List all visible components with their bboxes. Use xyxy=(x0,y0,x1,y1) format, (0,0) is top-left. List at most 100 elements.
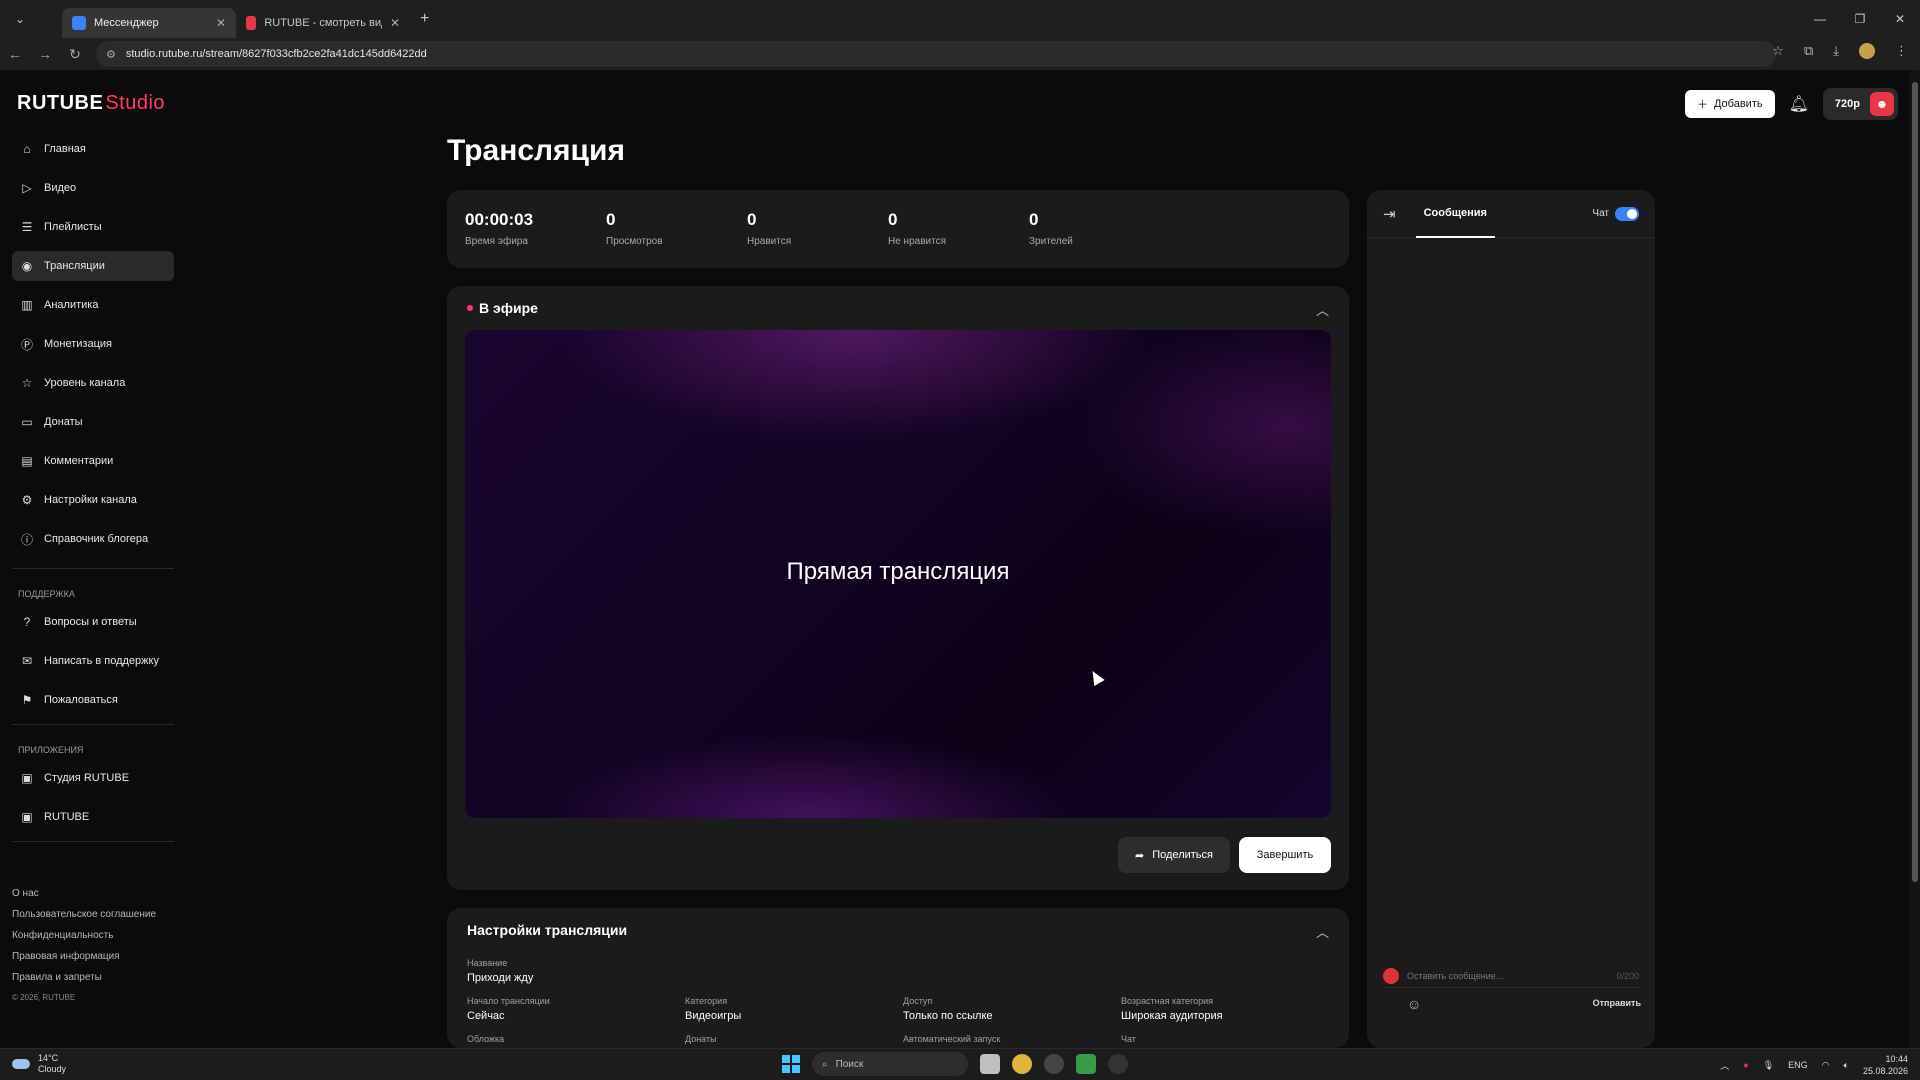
sidebar-item-contact-support[interactable]: ✉ Написать в поддержку xyxy=(12,646,174,676)
window-controls: — ❐ ✕ xyxy=(1800,0,1920,38)
page-scrollbar[interactable] xyxy=(1910,70,1920,1048)
sidebar-item-faq[interactable]: ? Вопросы и ответы xyxy=(12,607,174,637)
reload-icon[interactable]: ↻ xyxy=(60,46,90,63)
sidebar-item-blogger-guide[interactable]: ⓘ Справочник блогера xyxy=(12,524,174,554)
header-actions: ＋ Добавить 🔔︎ 720p ☻ xyxy=(1684,88,1898,120)
minimize-icon[interactable]: — xyxy=(1800,0,1840,38)
volume-icon[interactable]: 🔈︎ xyxy=(1844,1060,1849,1071)
url-field[interactable]: ⚙ studio.rutube.ru/stream/8627f033cfb2ce… xyxy=(96,41,1776,67)
sidebar-item-video[interactable]: ▷ Видео xyxy=(12,173,174,203)
sidebar-item-label: Видео xyxy=(44,182,77,194)
sidebar-item-label: Аналитика xyxy=(44,299,99,311)
stat-airtime: 00:00:03 Время эфира xyxy=(465,210,606,248)
language-indicator[interactable]: ENG xyxy=(1788,1060,1808,1070)
scrollbar-thumb[interactable] xyxy=(1912,82,1918,882)
add-button[interactable]: ＋ Добавить xyxy=(1684,90,1775,118)
profile-avatar[interactable] xyxy=(1859,43,1875,59)
apps-section-title: ПРИЛОЖЕНИЯ xyxy=(18,745,84,755)
send-button[interactable]: Отправить xyxy=(1593,998,1641,1008)
app-icon[interactable] xyxy=(1108,1054,1128,1074)
sidebar-item-home[interactable]: ⌂ Главная xyxy=(12,134,174,164)
field-key: Возрастная категория xyxy=(1121,996,1213,1006)
footer-link-about[interactable]: О нас xyxy=(12,888,156,899)
app-icon[interactable] xyxy=(1076,1054,1096,1074)
end-stream-button[interactable]: Завершить xyxy=(1239,837,1331,873)
sidebar-item-comments[interactable]: ▤ Комментарии xyxy=(12,446,174,476)
stat-likes: 0 Нравится xyxy=(747,210,888,248)
wifi-icon[interactable]: ◠ xyxy=(1822,1060,1830,1071)
tab-search-icon[interactable]: ⌄ xyxy=(6,5,34,33)
collapse-panel-icon[interactable]: ⇥ xyxy=(1383,205,1396,223)
chat-toggle[interactable] xyxy=(1615,206,1639,221)
chevron-up-icon[interactable]: ︿ xyxy=(1316,922,1329,941)
field-key: Доступ xyxy=(903,996,933,1006)
clock[interactable]: 10:44 25.08.2026 xyxy=(1863,1053,1908,1077)
chrome-icon[interactable] xyxy=(1012,1054,1032,1074)
live-card: В эфире ︿ Прямая трансляция ➦ Поделиться… xyxy=(447,286,1349,890)
browser-tab-rutube[interactable]: RUTUBE - смотреть видео он... ✕ xyxy=(236,8,410,38)
windows-start-icon[interactable] xyxy=(782,1055,800,1073)
sidebar-item-label: RUTUBE xyxy=(44,811,90,823)
live-dot-icon xyxy=(467,305,473,311)
tab-messages[interactable]: Сообщения xyxy=(1415,190,1495,238)
close-tab-icon[interactable]: ✕ xyxy=(216,16,226,30)
field-access: Доступ Только по ссылке xyxy=(903,996,993,1022)
chat-toggle-label: Чат xyxy=(1592,208,1609,219)
tray-overflow-icon[interactable]: ︿ xyxy=(1720,1059,1729,1072)
file-explorer-icon[interactable] xyxy=(980,1054,1000,1074)
extensions-icon[interactable]: ⧉ xyxy=(1804,43,1813,59)
back-icon[interactable]: ← xyxy=(0,46,30,62)
chevron-up-icon[interactable]: ︿ xyxy=(1316,300,1329,319)
restore-icon[interactable]: ❐ xyxy=(1840,0,1880,38)
site-info-icon[interactable]: ⚙ xyxy=(106,48,116,61)
user-menu[interactable]: 720p ☻ xyxy=(1822,88,1898,120)
sidebar-item-label: Плейлисты xyxy=(44,221,102,233)
share-button[interactable]: ➦ Поделиться xyxy=(1118,837,1230,873)
notifications-bell-icon[interactable]: 🔔︎ xyxy=(1789,94,1809,114)
toolbar-icons: ☆ ⧉ ⤓ ⋮ xyxy=(1772,43,1908,59)
stat-value: 0 xyxy=(747,210,757,229)
rutube-studio-logo[interactable]: RUTUBE Studio xyxy=(17,92,165,115)
footer-link-privacy[interactable]: Конфиденциальность xyxy=(12,930,156,941)
sidebar-item-channel-settings[interactable]: ⚙ Настройки канала xyxy=(12,485,174,515)
browser-tab-messenger[interactable]: Мессенджер ✕ xyxy=(62,8,236,38)
menu-icon[interactable]: ⋮ xyxy=(1895,43,1908,59)
sidebar-item-studio-app[interactable]: ▣ Студия RUTUBE xyxy=(12,763,174,793)
footer-link-legal[interactable]: Правовая информация xyxy=(12,951,156,962)
sidebar-item-report[interactable]: ⚑ Пожаловаться xyxy=(12,685,174,715)
field-chat: Чат xyxy=(1121,1034,1136,1044)
playlist-icon: ☰ xyxy=(21,220,33,234)
stat-label: Просмотров xyxy=(606,236,663,247)
stat-label: Зрителей xyxy=(1029,236,1073,247)
sidebar-item-donations[interactable]: ▭ Донаты xyxy=(12,407,174,437)
new-tab-icon[interactable]: + xyxy=(420,10,429,28)
sidebar-item-playlists[interactable]: ☰ Плейлисты xyxy=(12,212,174,242)
app-icon[interactable] xyxy=(1044,1054,1064,1074)
close-tab-icon[interactable]: ✕ xyxy=(390,16,400,30)
share-icon: ➦ xyxy=(1135,849,1145,862)
tray-app-icon[interactable]: ● xyxy=(1743,1060,1748,1070)
field-key: Донаты xyxy=(685,1034,717,1044)
message-input-row: Оставить сообщение... 0/200 xyxy=(1383,964,1639,988)
microphone-icon[interactable]: 🎙︎ xyxy=(1763,1060,1774,1071)
download-icon[interactable]: ⤓ xyxy=(1833,43,1839,59)
message-input[interactable]: Оставить сообщение... xyxy=(1407,971,1503,981)
weather-widget[interactable]: 14°C Cloudy xyxy=(12,1053,66,1075)
sidebar-item-broadcasts[interactable]: ◉ Трансляции xyxy=(12,251,174,281)
sidebar-item-label: Монетизация xyxy=(44,338,112,350)
taskbar-search[interactable]: ⌕ Поиск xyxy=(812,1052,968,1076)
stat-value: 0 xyxy=(888,210,898,229)
close-window-icon[interactable]: ✕ xyxy=(1880,0,1920,38)
sidebar-item-rutube-app[interactable]: ▣ RUTUBE xyxy=(12,802,174,832)
emoji-icon[interactable]: ☺ xyxy=(1407,996,1421,1012)
footer-link-terms[interactable]: Пользовательское соглашение xyxy=(12,909,156,920)
sidebar-item-analytics[interactable]: ▥ Аналитика xyxy=(12,290,174,320)
bookmark-star-icon[interactable]: ☆ xyxy=(1772,43,1784,59)
sidebar-item-channel-level[interactable]: ☆ Уровень канала xyxy=(12,368,174,398)
footer-link-rules[interactable]: Правила и запреты xyxy=(12,972,156,983)
sidebar-item-monetization[interactable]: Ⓟ Монетизация xyxy=(12,329,174,359)
video-player[interactable]: Прямая трансляция xyxy=(465,330,1331,818)
forward-icon[interactable]: → xyxy=(30,46,60,62)
sidebar-item-label: Настройки канала xyxy=(44,494,137,506)
quality-label: 720p xyxy=(1834,98,1860,110)
